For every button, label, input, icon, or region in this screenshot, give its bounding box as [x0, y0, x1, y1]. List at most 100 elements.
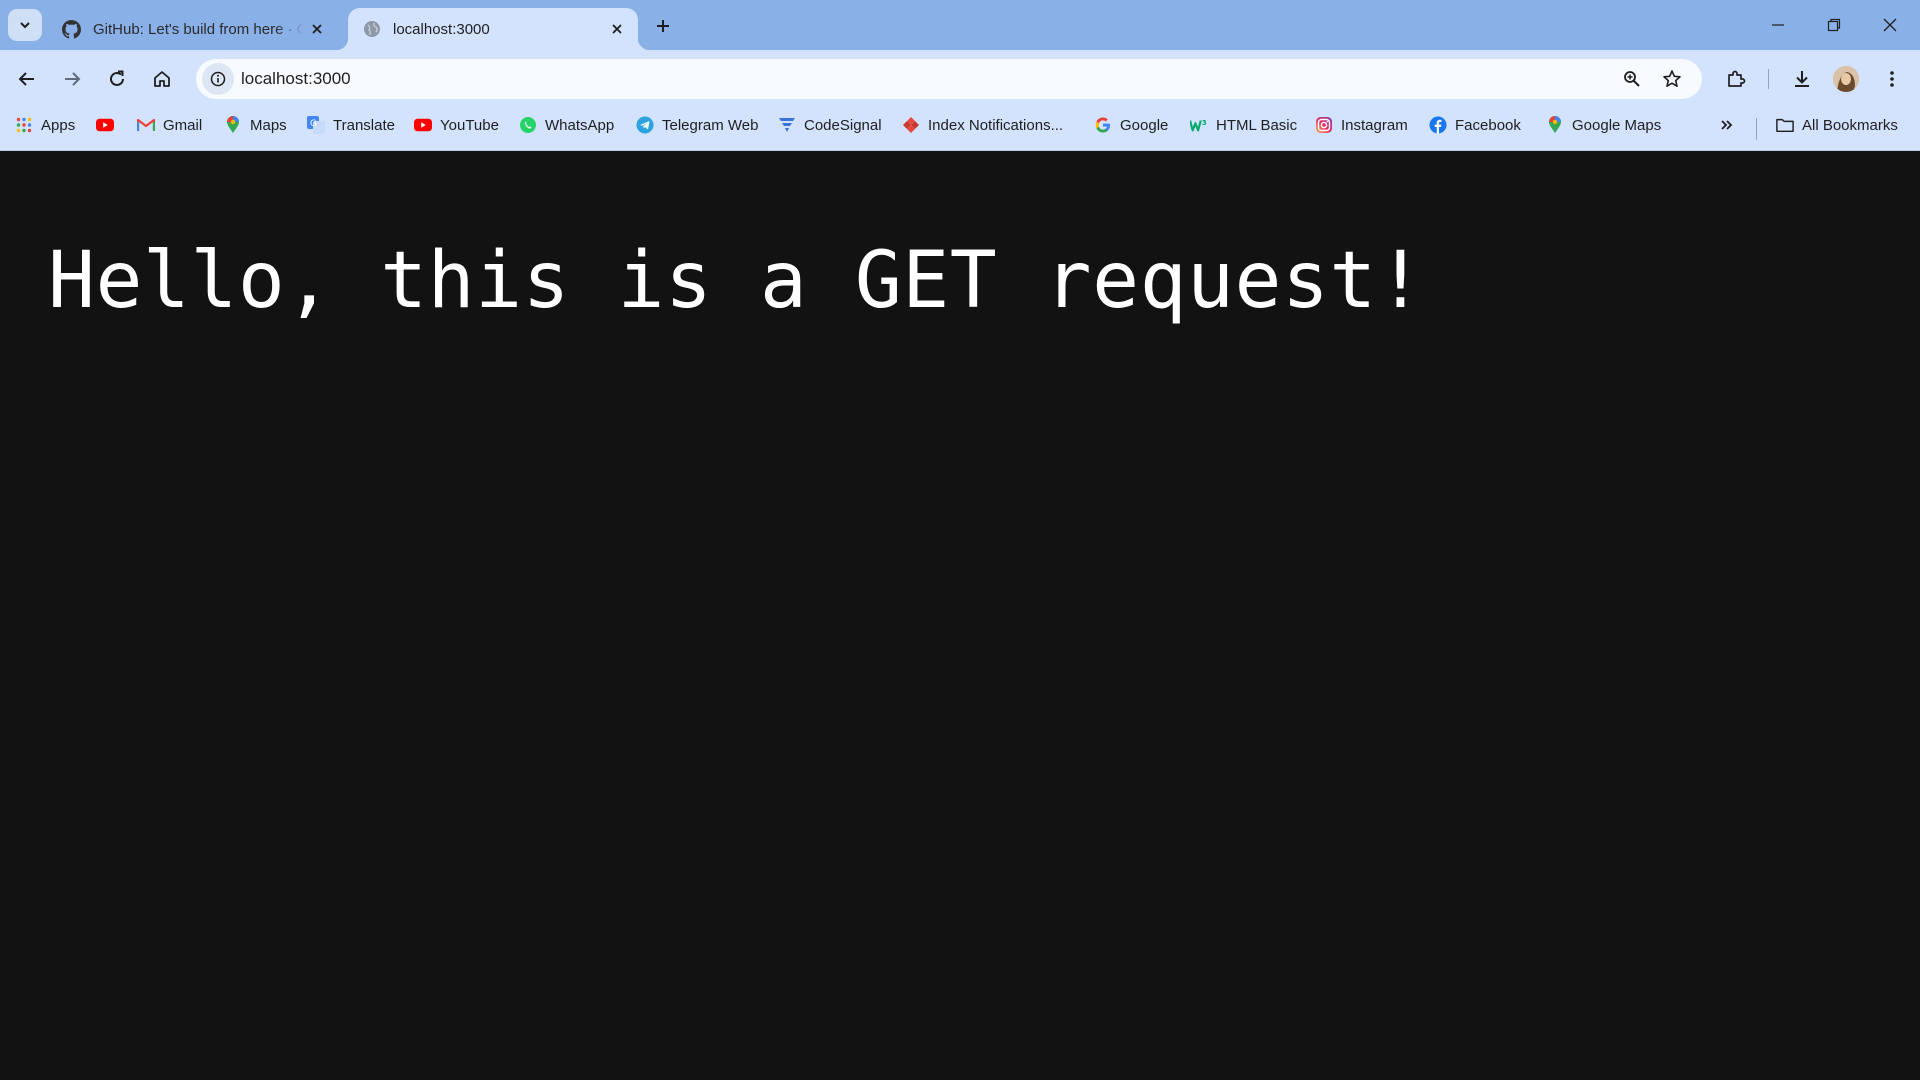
bookmark-star-button[interactable] — [1658, 65, 1686, 93]
bookmark-label: Gmail — [163, 116, 203, 134]
telegram-icon — [636, 116, 654, 134]
bookmark-label: Apps — [41, 116, 76, 134]
github-icon — [62, 19, 81, 39]
site-info-button[interactable] — [202, 63, 234, 95]
close-tab-icon[interactable] — [604, 16, 630, 42]
instagram-icon — [1315, 116, 1333, 134]
globe-icon — [362, 20, 381, 39]
puzzle-icon — [1728, 70, 1746, 87]
new-tab-button[interactable] — [648, 11, 678, 41]
diamond-icon — [902, 116, 920, 134]
home-icon — [154, 71, 170, 87]
url-text[interactable]: localhost:3000 — [241, 59, 351, 99]
close-icon — [1883, 18, 1897, 32]
facebook-icon — [1429, 116, 1447, 134]
info-icon — [210, 71, 226, 87]
bookmark-label: Google Maps — [1572, 116, 1662, 134]
bookmark-label: Index Notifications... — [928, 116, 1064, 134]
more-vert-icon — [1890, 71, 1894, 87]
arrow-right-icon — [65, 72, 81, 86]
bookmark-google-maps[interactable]: Google Maps — [1546, 108, 1661, 142]
bookmark-label: Telegram Web — [662, 116, 759, 134]
bookmark-label: Google — [1120, 116, 1169, 134]
toolbar-divider — [1768, 69, 1769, 89]
more-bookmarks-button[interactable] — [1715, 108, 1739, 142]
bookmark-label: HTML Basic — [1216, 116, 1298, 134]
svg-text:G: G — [310, 119, 317, 129]
bookmark-index-notifications[interactable]: Index Notifications... — [902, 108, 1063, 142]
youtube-icon — [96, 116, 114, 134]
tab-github[interactable]: GitHub: Let's build from here · GitHub — [48, 8, 338, 50]
minimize-button[interactable] — [1750, 0, 1806, 50]
bookmark-html-basic[interactable]: 3 HTML Basic — [1190, 108, 1297, 142]
bookmark-label: Translate — [333, 116, 395, 134]
menu-button[interactable] — [1874, 61, 1910, 97]
bookmark-translate[interactable]: G Translate — [307, 108, 395, 142]
extensions-button[interactable] — [1718, 61, 1754, 97]
bookmark-google[interactable]: Google — [1094, 108, 1168, 142]
plus-icon — [657, 20, 669, 32]
forward-button[interactable] — [54, 61, 90, 97]
svg-text:3: 3 — [1202, 118, 1207, 127]
bookmark-gmail[interactable]: Gmail — [137, 108, 202, 142]
bookmark-label: YouTube — [440, 116, 499, 134]
downloads-button[interactable] — [1784, 61, 1820, 97]
maps-pin-icon — [1546, 116, 1564, 134]
bookmark-telegram[interactable]: Telegram Web — [636, 108, 758, 142]
bookmark-label: CodeSignal — [804, 116, 882, 134]
all-bookmarks-label: All Bookmarks — [1802, 116, 1898, 134]
close-tab-icon[interactable] — [304, 16, 330, 42]
bookmark-youtube[interactable]: YouTube — [414, 108, 499, 142]
bookmark-label: Facebook — [1455, 116, 1521, 134]
profile-avatar[interactable] — [1833, 66, 1859, 92]
page-content: Hello, this is a GET request! — [0, 151, 1920, 1080]
toolbar: localhost:3000 — [0, 50, 1920, 108]
page-heading: Hello, this is a GET request! — [48, 236, 1425, 326]
download-icon — [1795, 71, 1809, 87]
folder-icon — [1776, 116, 1794, 134]
tab-title: GitHub: Let's build from here · GitHub — [93, 20, 304, 38]
avatar-icon — [1833, 66, 1859, 92]
w3schools-icon: 3 — [1190, 116, 1208, 134]
address-bar[interactable]: localhost:3000 — [196, 59, 1702, 99]
google-icon — [1094, 116, 1112, 134]
restore-icon — [1827, 18, 1841, 32]
reload-button[interactable] — [99, 61, 135, 97]
bookmark-label: Maps — [250, 116, 287, 134]
minimize-icon — [1772, 24, 1784, 26]
home-button[interactable] — [144, 61, 180, 97]
tab-title: localhost:3000 — [393, 20, 490, 38]
restore-button[interactable] — [1806, 0, 1862, 50]
zoom-button[interactable] — [1618, 65, 1646, 93]
bookmark-youtube-icon-only[interactable] — [96, 108, 122, 142]
youtube-icon — [414, 116, 432, 134]
reload-icon — [110, 70, 124, 86]
bookmark-facebook[interactable]: Facebook — [1429, 108, 1521, 142]
whatsapp-icon — [519, 116, 537, 134]
double-chevron-right-icon — [1721, 120, 1733, 130]
gmail-icon — [137, 116, 155, 134]
bookmarks-divider — [1756, 118, 1757, 140]
codesignal-icon — [778, 116, 796, 134]
bookmark-instagram[interactable]: Instagram — [1315, 108, 1408, 142]
translate-icon: G — [307, 116, 325, 134]
bookmark-label: Instagram — [1341, 116, 1408, 134]
chevron-down-icon — [20, 22, 30, 29]
bookmark-codesignal[interactable]: CodeSignal — [778, 108, 882, 142]
back-button[interactable] — [9, 61, 45, 97]
close-window-button[interactable] — [1862, 0, 1918, 50]
arrow-left-icon — [18, 72, 34, 86]
bookmark-apps[interactable]: Apps — [15, 108, 75, 142]
zoom-icon — [1624, 71, 1640, 87]
maps-pin-icon — [224, 116, 242, 134]
tab-search-button[interactable] — [8, 9, 42, 41]
tab-localhost[interactable]: localhost:3000 — [336, 8, 650, 50]
bookmark-maps[interactable]: Maps — [224, 108, 287, 142]
tab-strip: GitHub: Let's build from here · GitHub l… — [0, 0, 1920, 50]
bookmark-label: WhatsApp — [545, 116, 615, 134]
star-icon — [1663, 70, 1681, 87]
all-bookmarks-button[interactable]: All Bookmarks — [1776, 108, 1898, 142]
apps-grid-icon — [15, 116, 33, 134]
bookmark-whatsapp[interactable]: WhatsApp — [519, 108, 614, 142]
bookmarks-bar: Apps Gmail Maps G Translate YouTube What… — [0, 108, 1920, 151]
